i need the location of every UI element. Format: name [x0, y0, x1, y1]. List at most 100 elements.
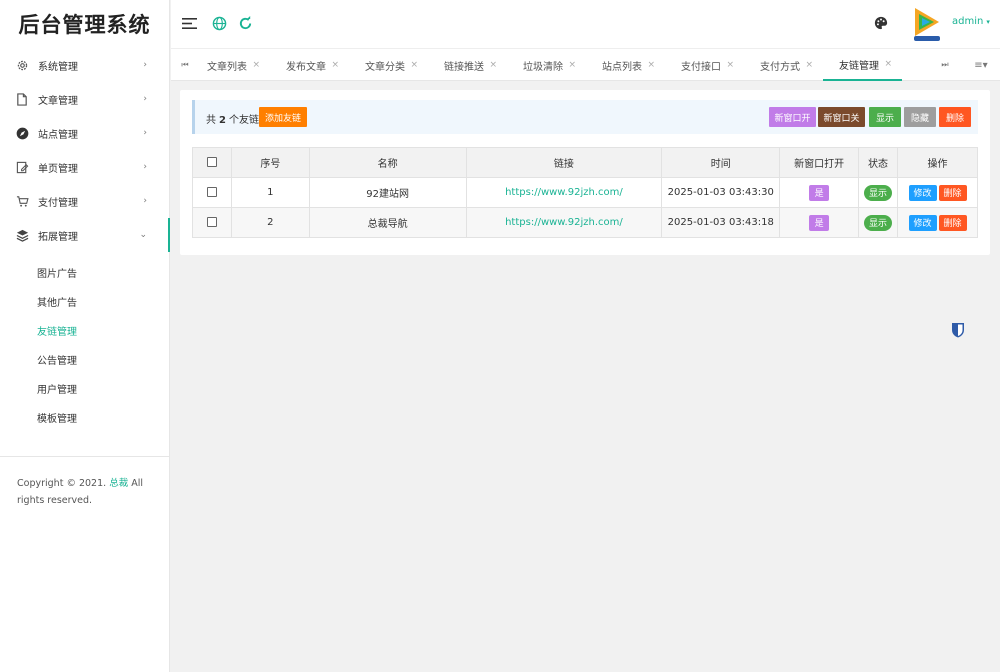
submenu-item-friend-links[interactable]: 友链管理: [0, 316, 169, 345]
tab-payment-method[interactable]: 支付方式 ×: [744, 49, 823, 81]
edit-button[interactable]: 修改: [908, 214, 937, 231]
col-header-url: 链接: [465, 147, 663, 178]
menu-toggle-icon[interactable]: [181, 14, 199, 32]
add-link-button[interactable]: 添加友链: [259, 107, 307, 127]
sidebar-submenu: 图片广告 其他广告 友链管理 公告管理 用户管理 模板管理: [0, 252, 169, 446]
edit-button[interactable]: 修改: [908, 184, 937, 201]
sidebar-item-payment[interactable]: 支付管理 ›: [0, 184, 169, 218]
tab-site-list[interactable]: 站点列表 ×: [586, 49, 665, 81]
sidebar-item-label: 拓展管理: [38, 231, 78, 243]
globe-icon[interactable]: [210, 14, 228, 32]
tab-trash-clean[interactable]: 垃圾清除 ×: [507, 49, 586, 81]
row-checkbox[interactable]: [206, 187, 217, 197]
col-header-actions: 操作: [897, 147, 978, 178]
cell-url-link[interactable]: https://www.92jzh.com/: [505, 217, 623, 228]
delete-selected-button[interactable]: 删除: [939, 107, 971, 127]
new-window-open-button[interactable]: 新窗口开: [769, 107, 816, 127]
avatar[interactable]: [912, 6, 942, 42]
tab-scroll-last-icon[interactable]: ⏭: [931, 49, 959, 81]
page-edit-icon: [15, 160, 29, 174]
submenu-item-users[interactable]: 用户管理: [0, 374, 169, 403]
compass-icon: [15, 126, 29, 140]
new-window-close-button[interactable]: 新窗口关: [818, 107, 865, 127]
copyright: Copyright © 2021. 总裁 All rights reserved…: [17, 478, 144, 506]
tab-menu-icon[interactable]: ≡▾: [966, 49, 996, 81]
close-icon[interactable]: ×: [568, 60, 576, 70]
submenu-item-notices[interactable]: 公告管理: [0, 345, 169, 374]
table-row: 2 总裁导航 https://www.92jzh.com/ 2025-01-03…: [192, 207, 978, 238]
close-icon[interactable]: ×: [489, 60, 497, 70]
tab-friend-links[interactable]: 友链管理 ×: [823, 49, 902, 81]
col-header-time: 时间: [661, 147, 781, 178]
chevron-down-icon: ⌄: [139, 230, 147, 240]
cart-icon: [15, 194, 29, 208]
row-checkbox[interactable]: [206, 217, 217, 227]
status-badge[interactable]: 显示: [864, 214, 893, 231]
submenu-item-image-ads[interactable]: 图片广告: [0, 258, 169, 287]
submenu-item-templates[interactable]: 模板管理: [0, 403, 169, 432]
tab-bar: ⏮ 文章列表 × 发布文章 × 文章分类 × 链接推送 × 垃圾清除 × 站点列表 × 支付…: [171, 48, 1000, 81]
sidebar-item-system[interactable]: 系统管理 ›: [0, 48, 169, 82]
tab-payment-interface[interactable]: 支付接口 ×: [665, 49, 744, 81]
tab-link-push[interactable]: 链接推送 ×: [428, 49, 507, 81]
refresh-icon[interactable]: [236, 14, 254, 32]
close-icon[interactable]: ×: [647, 60, 655, 70]
close-icon[interactable]: ×: [805, 60, 813, 70]
sidebar: 后台管理系统 系统管理 › 文章管理 › 站点管理 › 单页管理 › 支付管理 …: [0, 0, 170, 672]
sidebar-menu: 系统管理 › 文章管理 › 站点管理 › 单页管理 › 支付管理 › 拓展管理 …: [0, 48, 170, 252]
table-row: 1 92建站网 https://www.92jzh.com/ 2025-01-0…: [192, 177, 978, 208]
sidebar-item-label: 站点管理: [38, 129, 78, 141]
select-all-checkbox[interactable]: [206, 157, 217, 167]
chevron-right-icon: ›: [143, 196, 147, 206]
gear-icon: [15, 58, 29, 72]
cell-name: 92建站网: [308, 177, 467, 208]
tab-article-category[interactable]: 文章分类 ×: [349, 49, 428, 81]
cell-id: 2: [230, 207, 310, 238]
user-menu[interactable]: admin ▾: [952, 16, 990, 27]
delete-button[interactable]: 删除: [938, 214, 967, 231]
sidebar-item-site[interactable]: 站点管理 ›: [0, 116, 169, 150]
cell-time: 2025-01-03 03:43:30: [661, 177, 781, 208]
hide-button[interactable]: 隐藏: [904, 107, 936, 127]
cell-url-link[interactable]: https://www.92jzh.com/: [505, 187, 623, 198]
copyright-link[interactable]: 总裁: [109, 478, 128, 489]
col-header-status: 状态: [858, 147, 899, 178]
col-header-new-window: 新窗口打开: [779, 147, 860, 178]
cell-time: 2025-01-03 03:43:18: [661, 207, 781, 238]
col-header-id: 序号: [230, 147, 310, 178]
cell-id: 1: [230, 177, 310, 208]
close-icon[interactable]: ×: [726, 60, 734, 70]
sidebar-item-page[interactable]: 单页管理 ›: [0, 150, 169, 184]
sidebar-item-label: 文章管理: [38, 95, 78, 107]
submenu-item-other-ads[interactable]: 其他广告: [0, 287, 169, 316]
close-icon[interactable]: ×: [252, 60, 260, 70]
close-icon[interactable]: ×: [884, 59, 892, 69]
delete-button[interactable]: 删除: [938, 184, 967, 201]
new-window-badge[interactable]: 是: [809, 184, 830, 201]
close-icon[interactable]: ×: [410, 60, 418, 70]
chevron-right-icon: ›: [143, 162, 147, 172]
cell-name: 总裁导航: [308, 207, 467, 238]
tab-article-list[interactable]: 文章列表 ×: [191, 49, 270, 81]
status-badge[interactable]: 显示: [864, 184, 893, 201]
content-panel: 共 2 个友链 添加友链 新窗口开 新窗口关 显示 隐藏 删除 序号 名称 链接 时…: [180, 90, 990, 255]
new-window-badge[interactable]: 是: [809, 214, 830, 231]
shield-icon[interactable]: [951, 322, 965, 338]
sidebar-item-label: 系统管理: [38, 61, 78, 73]
col-header-name: 名称: [308, 147, 467, 178]
chevron-right-icon: ›: [143, 60, 147, 70]
link-count: 共 2 个友链: [206, 115, 259, 126]
layers-icon: [15, 228, 29, 242]
show-button[interactable]: 显示: [869, 107, 901, 127]
sidebar-item-extension[interactable]: 拓展管理 ⌄: [0, 218, 170, 252]
chevron-right-icon: ›: [143, 94, 147, 104]
app-logo-title: 后台管理系统: [18, 12, 151, 37]
tab-publish-article[interactable]: 发布文章 ×: [270, 49, 349, 81]
palette-icon[interactable]: [872, 14, 890, 32]
chevron-right-icon: ›: [143, 128, 147, 138]
caret-down-icon: ▾: [986, 18, 990, 26]
sidebar-item-article[interactable]: 文章管理 ›: [0, 82, 169, 116]
close-icon[interactable]: ×: [331, 60, 339, 70]
top-header: admin ▾: [171, 0, 1000, 48]
links-table: 序号 名称 链接 时间 新窗口打开 状态 操作 1 92建站网 https://…: [192, 147, 978, 238]
